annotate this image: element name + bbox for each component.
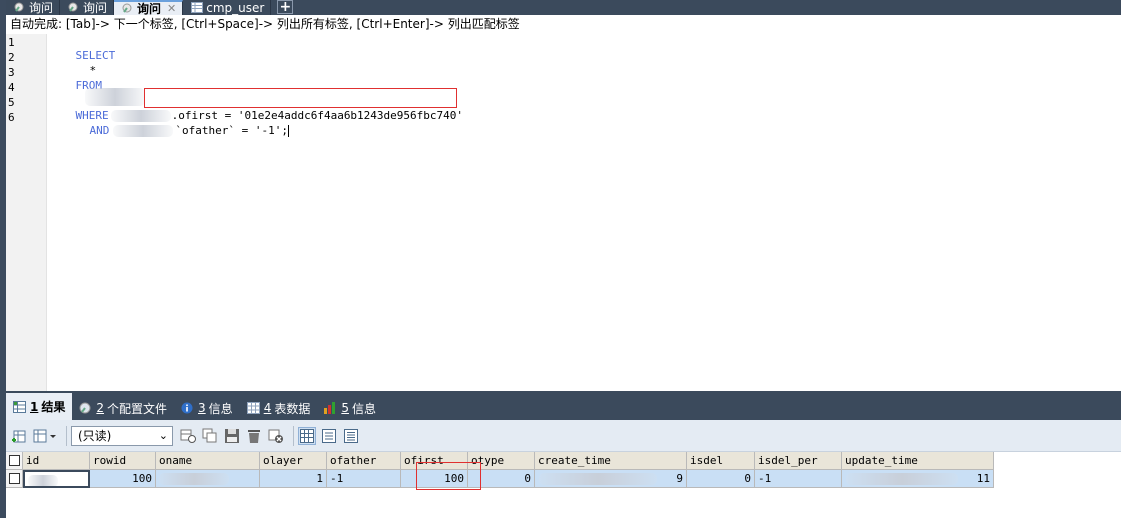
new-tab-button[interactable]: +	[277, 0, 294, 14]
read-only-mode-select[interactable]: (只读) ⌄	[71, 425, 173, 446]
column-header[interactable]: update_time	[842, 452, 994, 470]
tab-label: 信息	[208, 401, 233, 416]
column-header[interactable]: id	[23, 452, 90, 470]
add-row-icon[interactable]	[179, 427, 197, 445]
column-header[interactable]: oname	[156, 452, 260, 470]
tab-info-2[interactable]: 5 信息	[317, 396, 383, 420]
profile-icon	[79, 402, 92, 414]
result-grid: id rowid oname olayer ofather ofirst oty…	[6, 452, 1121, 518]
tab-label: cmp_user	[206, 0, 265, 15]
tab-label: 表数据	[274, 401, 311, 416]
column-header[interactable]: isdel	[687, 452, 755, 470]
tab-label: 个配置文件	[107, 401, 168, 416]
cell-isdel-per[interactable]: -1	[755, 470, 842, 488]
table-row[interactable]: 100 1 -1 100 0 9 0 -1 11	[6, 470, 994, 488]
redacted-create-time	[539, 473, 657, 485]
cell-ofather[interactable]: -1	[327, 470, 401, 488]
query-tab-bar: 询问 询问 询问 ✕ cmp_user +	[6, 0, 1121, 16]
cell-olayer[interactable]: 1	[260, 470, 327, 488]
tab-query-1[interactable]: 询问	[6, 0, 61, 15]
info-icon	[181, 402, 194, 414]
form-view-icon[interactable]	[320, 427, 338, 445]
column-header[interactable]: rowid	[90, 452, 156, 470]
result-tab-bar: 1 结果 2 个配置文件 3 信息 4 表数据 5 信息	[6, 391, 1121, 420]
duplicate-row-icon[interactable]	[201, 427, 219, 445]
sql-editor[interactable]: 1 2 3 4 5 6 SELECT * FROM WHERE .ofirst =…	[6, 34, 1121, 391]
cell-oname[interactable]	[156, 470, 260, 488]
tab-query-3-active[interactable]: 询问 ✕	[114, 0, 184, 16]
tab-label: 信息	[351, 401, 376, 416]
line-number: 3	[8, 66, 15, 79]
line-number: 5	[8, 96, 15, 109]
tab-label: 询问	[83, 1, 108, 15]
tab-label: 询问	[29, 1, 54, 15]
grid-header-row: id rowid oname olayer ofather ofirst oty…	[6, 452, 994, 470]
column-header[interactable]: olayer	[260, 452, 327, 470]
and-condition: `ofather` = '-1';	[175, 124, 288, 137]
tab-number: 1	[30, 399, 39, 414]
tab-result[interactable]: 1 结果	[6, 393, 73, 420]
redacted-id	[28, 475, 58, 486]
table-icon	[191, 2, 204, 13]
column-header[interactable]: ofather	[327, 452, 401, 470]
column-header[interactable]: create_time	[535, 452, 687, 470]
highlight-box-where	[144, 88, 457, 108]
tab-profile[interactable]: 2 个配置文件	[72, 396, 174, 420]
line-number-gutter: 1 2 3 4 5 6	[6, 34, 47, 391]
redacted-update-time	[846, 473, 958, 485]
redacted-oname	[159, 473, 229, 485]
keyword-and: AND	[89, 124, 110, 137]
line-number: 6	[8, 111, 15, 124]
tab-query-2[interactable]: 询问	[60, 0, 115, 15]
info-chart-icon	[324, 402, 337, 414]
grid-view-icon[interactable]	[298, 426, 316, 445]
query-icon	[122, 3, 133, 14]
chevron-down-icon: ⌄	[158, 428, 168, 442]
line-number: 1	[8, 36, 15, 49]
text-caret	[287, 125, 289, 137]
query-icon	[68, 2, 79, 13]
create-time-suffix: 9	[676, 472, 683, 485]
code-line-6: AND `ofather` = '-1';	[63, 111, 289, 150]
tab-number: 4	[263, 401, 272, 415]
text-view-icon[interactable]	[342, 427, 360, 445]
column-header[interactable]: isdel_per	[755, 452, 842, 470]
grid-icon	[13, 400, 26, 413]
line-number: 4	[8, 81, 15, 94]
cell-rowid[interactable]: 100	[90, 470, 156, 488]
cancel-changes-icon[interactable]	[267, 427, 285, 445]
cell-isdel[interactable]: 0	[687, 470, 755, 488]
cell-create-time[interactable]: 9	[535, 470, 687, 488]
result-toolbar: (只读) ⌄	[6, 420, 1121, 452]
delete-icon[interactable]	[245, 427, 263, 445]
tab-info[interactable]: 3 信息	[174, 396, 240, 420]
tab-cmp-user[interactable]: cmp_user	[183, 0, 272, 15]
query-icon	[14, 2, 25, 13]
redacted-table-alias	[113, 125, 174, 137]
tab-label: 结果	[41, 400, 66, 414]
close-icon[interactable]: ✕	[167, 2, 176, 15]
line-number: 2	[8, 51, 15, 64]
cell-update-time[interactable]: 11	[842, 470, 994, 488]
tab-number: 5	[341, 401, 349, 415]
export-dropdown-icon[interactable]	[32, 427, 58, 445]
toolbar-separator	[66, 425, 67, 446]
autocomplete-hint: 自动完成: [Tab]-> 下一个标签, [Ctrl+Space]-> 列出所有…	[6, 15, 1121, 34]
tab-number: 3	[198, 401, 206, 415]
highlight-box-ofirst	[416, 462, 481, 490]
update-time-suffix: 11	[976, 472, 990, 485]
select-all-checkbox[interactable]	[6, 452, 23, 470]
save-icon[interactable]	[223, 427, 241, 445]
toolbar-separator	[293, 425, 294, 446]
import-icon[interactable]	[10, 427, 28, 445]
tab-number: 2	[96, 401, 105, 415]
cell-id[interactable]	[23, 470, 90, 488]
mode-value: (只读)	[78, 428, 112, 443]
tab-table-data[interactable]: 4 表数据	[240, 396, 318, 420]
table-data-icon	[246, 402, 260, 414]
row-checkbox[interactable]	[6, 470, 23, 488]
